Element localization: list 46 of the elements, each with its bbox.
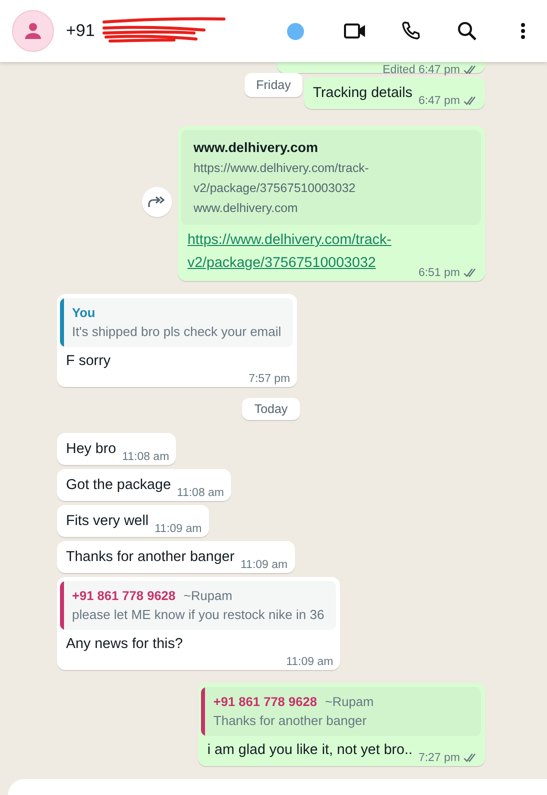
- status-dot-icon: [287, 22, 304, 40]
- quote-sender: ~Rupam: [324, 694, 374, 709]
- quote-author: +91 861 778 9628: [72, 588, 176, 603]
- message-text: F sorry: [66, 353, 110, 369]
- message-time: 11:08 am: [176, 487, 224, 499]
- message-time: Edited 6:47 pm: [382, 64, 460, 76]
- message-time: 11:09 am: [154, 523, 202, 535]
- date-chip: Today: [242, 398, 300, 420]
- message-time: 6:51 pm: [418, 267, 460, 279]
- message-time: 6:47 pm: [418, 95, 460, 107]
- quote-text: Thanks for another banger: [213, 713, 368, 728]
- preview-domain: www.delhivery.com: [193, 201, 299, 215]
- quote-sender: ~Rupam: [184, 588, 232, 603]
- quote-text: It's shipped bro pls check your email: [72, 324, 282, 339]
- message-time: 7:27 pm: [418, 752, 460, 764]
- contact-name: +91: [66, 21, 95, 41]
- preview-title: www.delhivery.com: [193, 140, 319, 155]
- link-preview[interactable]: www.delhivery.com https://www.delhivery.com/track-v2/package/37567510003032 www.delhivery.com: [181, 130, 481, 225]
- quote-author: You: [72, 305, 96, 320]
- phone-icon: [401, 21, 421, 41]
- message-time: 11:09 am: [286, 656, 334, 668]
- quote-author: +91 861 778 9628: [213, 694, 317, 709]
- search-button[interactable]: [455, 19, 479, 43]
- quoted-message[interactable]: +91 861 778 9628 ~Rupam please let ME know if you restock nike in 36: [60, 581, 336, 630]
- message-text: Any news for this?: [66, 636, 183, 652]
- message-time: 7:57 pm: [248, 373, 290, 385]
- message-text: Thanks for another banger: [66, 548, 234, 567]
- quoted-message[interactable]: You It's shipped bro pls check your email: [60, 298, 294, 347]
- date-chip: Friday: [244, 73, 303, 97]
- quoted-message[interactable]: +91 861 778 9628 ~Rupam Thanks for another banger: [201, 687, 481, 736]
- message-text: Fits very well: [66, 512, 149, 531]
- message-text: Got the package: [66, 476, 171, 495]
- quote-text: please let ME know if you restock nike in 36: [72, 607, 324, 622]
- avatar[interactable]: [12, 10, 54, 52]
- video-camera-icon: [344, 23, 366, 39]
- forward-icon: [147, 194, 168, 208]
- more-icon: [520, 22, 526, 40]
- forward-button[interactable]: [142, 186, 172, 216]
- message-text: Tracking details: [312, 84, 412, 103]
- message-time: 11:08 am: [122, 451, 170, 463]
- message-link[interactable]: https://www.delhivery.com/track-v2/package/37567510003032: [187, 229, 412, 275]
- message-text: i am glad you like it, not yet bro..: [207, 741, 412, 760]
- message-text: Hey bro: [66, 440, 116, 459]
- search-icon: [457, 21, 477, 41]
- message-time: 11:09 am: [240, 559, 288, 571]
- person-icon: [24, 22, 42, 40]
